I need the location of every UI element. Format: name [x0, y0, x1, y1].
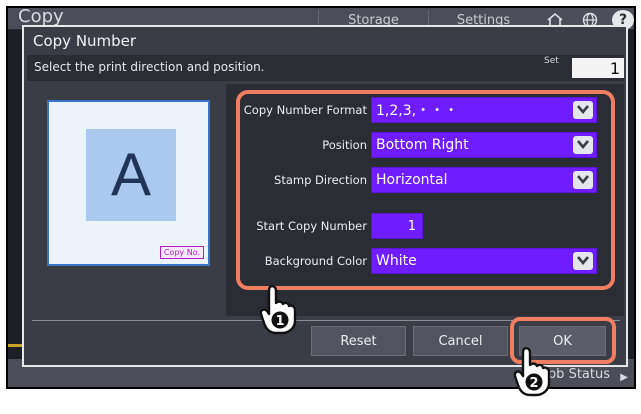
reset-button[interactable]: Reset	[311, 326, 406, 356]
chevron-down-icon[interactable]	[573, 136, 593, 154]
divider	[32, 320, 620, 321]
set-count-display: 1	[572, 58, 624, 78]
start-copy-number-input[interactable]: 1	[371, 213, 423, 239]
step-1-number: 1	[275, 314, 284, 329]
stamp-direction-value: Horizontal	[376, 172, 448, 188]
background-color-value: White	[376, 253, 417, 269]
app-title: Copy	[18, 6, 64, 27]
pointing-hand-icon: 1	[259, 285, 297, 335]
position-value: Bottom Right	[376, 137, 469, 153]
instruction-text: Select the print direction and position.	[34, 60, 265, 74]
set-label: Set	[544, 56, 559, 66]
chevron-down-icon[interactable]	[573, 252, 593, 270]
chevron-down-icon[interactable]	[573, 101, 593, 119]
copy-number-format-value: 1,2,3,・・・	[376, 103, 459, 119]
copy-number-stamp: Copy No.	[159, 246, 204, 259]
chevron-down-icon[interactable]	[573, 171, 593, 189]
expand-arrow-icon[interactable]: ▶	[620, 372, 628, 383]
stamp-direction-label: Stamp Direction	[274, 173, 367, 187]
stamp-preview: A Copy No.	[47, 100, 210, 266]
start-copy-number-label: Start Copy Number	[256, 219, 367, 233]
position-select[interactable]: Bottom Right	[371, 132, 597, 158]
position-label: Position	[322, 138, 367, 152]
background-color-select[interactable]: White	[371, 248, 597, 274]
pointing-hand-icon: 2	[513, 347, 551, 397]
step-2-number: 2	[529, 376, 538, 391]
dialog-title: Copy Number	[33, 32, 137, 50]
accent-line	[8, 344, 22, 347]
copy-number-format-label: Copy Number Format	[243, 103, 367, 117]
preview-page: A	[86, 129, 176, 221]
background-color-label: Background Color	[264, 254, 367, 268]
message-bar: Select the print direction and position.…	[27, 55, 624, 81]
copy-number-format-select[interactable]: 1,2,3,・・・	[371, 97, 597, 123]
cancel-button[interactable]: Cancel	[413, 326, 508, 356]
copy-number-dialog: Copy Number Select the print direction a…	[22, 25, 628, 367]
preview-letter: A	[110, 141, 152, 208]
job-status-button[interactable]: Job Status	[544, 367, 610, 382]
stamp-direction-select[interactable]: Horizontal	[371, 167, 597, 193]
